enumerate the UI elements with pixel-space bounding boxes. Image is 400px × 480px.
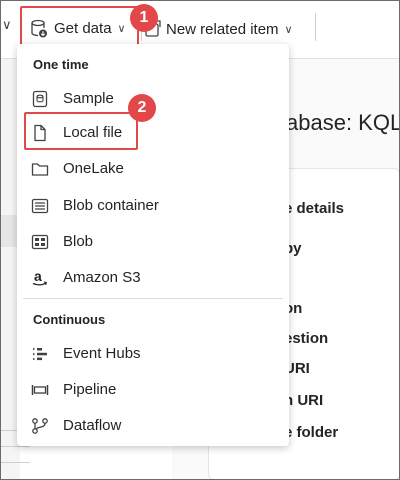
screenshot-border (0, 0, 400, 480)
